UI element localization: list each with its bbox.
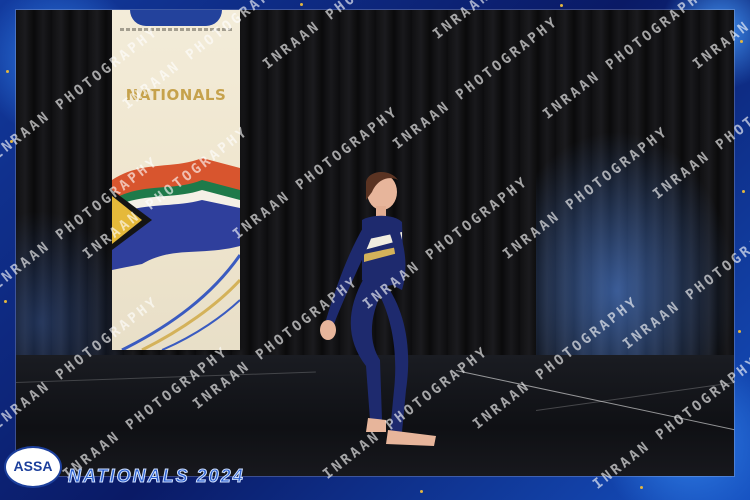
dancer-figure [320, 171, 436, 446]
banner-title: NATIONALS [125, 86, 227, 104]
gold-fleck [640, 486, 643, 489]
gold-fleck [300, 3, 303, 6]
gold-fleck [740, 40, 743, 43]
gold-fleck [560, 4, 563, 7]
assa-logo-text: ASSA [13, 458, 53, 474]
banner-swoosh [121, 254, 240, 350]
banner-logo [130, 10, 222, 26]
gold-fleck [4, 300, 7, 303]
stage-light-right [536, 130, 734, 360]
nationals-banner: NATIONALS [112, 10, 240, 350]
banner-tagline [120, 28, 232, 31]
stage-photo: NATIONALS [16, 10, 734, 476]
gold-fleck [742, 190, 745, 193]
gold-fleck [10, 140, 13, 143]
event-label: NATIONALS 2024 [68, 466, 245, 487]
photo-frame: NATIONALS INRAAN PHOTOGRAPHY INRAAN PHOT… [0, 0, 750, 500]
gold-fleck [738, 330, 741, 333]
gold-fleck [420, 490, 423, 493]
gold-fleck [6, 70, 9, 73]
assa-logo: ASSA [4, 446, 62, 488]
